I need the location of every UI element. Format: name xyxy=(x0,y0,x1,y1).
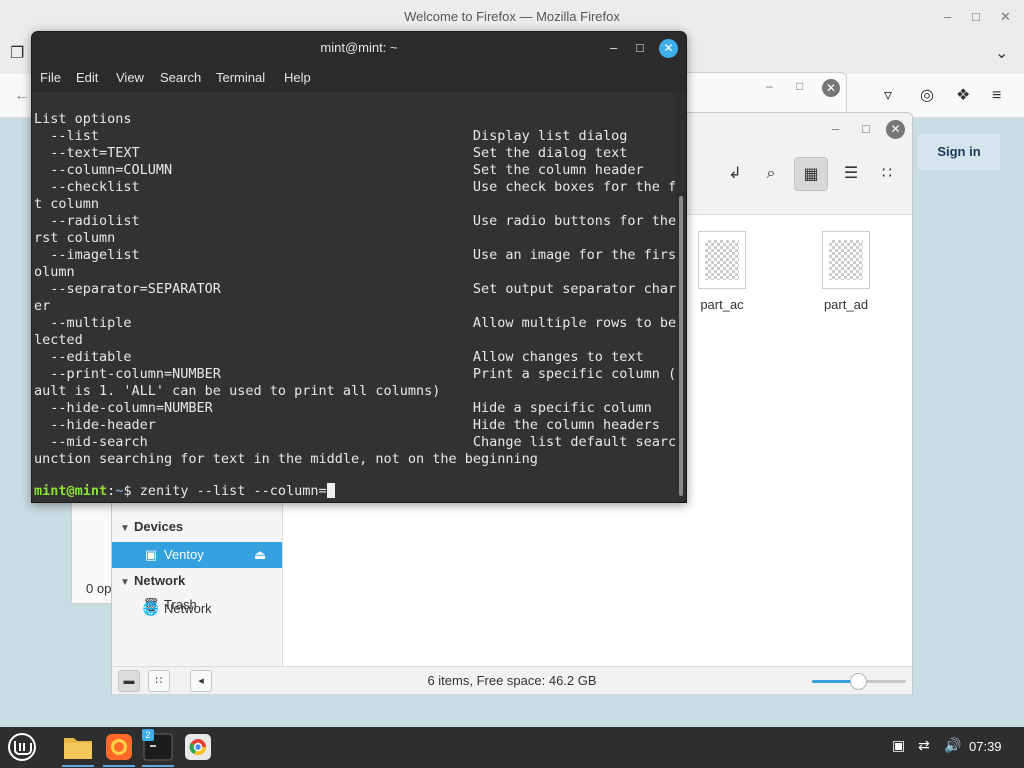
menu-view[interactable]: View xyxy=(116,70,144,85)
close-icon[interactable]: ✕ xyxy=(822,79,840,97)
terminal-output-text: List options --list Display list dialog … xyxy=(34,111,676,467)
menu-edit[interactable]: Edit xyxy=(76,70,98,85)
back-arrow-icon[interactable]: ← xyxy=(14,86,30,106)
account-icon[interactable]: ◎ xyxy=(920,86,934,106)
file-name: part_ac xyxy=(700,297,744,312)
scrollbar-thumb[interactable] xyxy=(679,196,683,496)
globe-icon: 🌐 xyxy=(142,601,160,616)
terminal-titlebar: mint@mint: ~ – □ ✕ xyxy=(32,32,686,64)
minimize-icon[interactable]: – xyxy=(944,0,951,34)
menu-terminal[interactable]: Terminal xyxy=(216,70,265,85)
sidebar-section-devices[interactable]: ▼ Devices xyxy=(120,519,183,534)
compact-view-icon[interactable]: ∷ xyxy=(870,157,904,191)
terminal-output[interactable]: List options --list Display list dialog … xyxy=(32,92,676,502)
status-text: 0 op xyxy=(86,581,112,596)
menu-file[interactable]: File xyxy=(40,70,61,85)
taskbar-files-app[interactable] xyxy=(60,729,96,767)
minimize-icon[interactable]: – xyxy=(832,121,839,136)
maximize-icon[interactable]: □ xyxy=(972,0,980,34)
firefox-icon xyxy=(106,734,132,760)
chevron-down-icon: ▼ xyxy=(120,523,130,534)
list-view-icon[interactable]: ☰ xyxy=(834,157,868,191)
text-cursor xyxy=(326,483,335,498)
terminal-window: mint@mint: ~ – □ ✕ File Edit View Search… xyxy=(31,31,687,503)
search-icon[interactable]: ⌕ xyxy=(754,157,788,191)
minimize-icon[interactable]: – xyxy=(766,79,773,93)
command-input[interactable]: zenity --list --column= xyxy=(140,483,327,499)
menu-search[interactable]: Search xyxy=(160,70,201,85)
file-item[interactable]: part_ac xyxy=(682,231,762,312)
drive-icon: ▣ xyxy=(144,547,158,562)
file-icon xyxy=(822,231,870,289)
maximize-icon[interactable]: □ xyxy=(862,121,870,136)
icon-view-icon[interactable]: ▦ xyxy=(794,157,828,191)
status-text: 6 items, Free space: 46.2 GB xyxy=(427,673,597,688)
chevron-down-icon[interactable]: ⌄ xyxy=(995,44,1008,64)
maximize-icon[interactable]: □ xyxy=(636,32,644,64)
taskbar-terminal-app[interactable]: 2 xyxy=(140,729,176,767)
taskbar-chrome-app[interactable] xyxy=(180,729,216,765)
network-icon[interactable]: ⇄ xyxy=(918,737,930,754)
file-icon xyxy=(698,231,746,289)
mint-menu-button[interactable] xyxy=(4,729,40,765)
maximize-icon[interactable]: □ xyxy=(796,79,803,93)
chevron-down-icon: ▼ xyxy=(120,577,130,588)
taskbar-firefox-app[interactable] xyxy=(101,729,137,767)
eject-icon[interactable]: ⏏ xyxy=(254,542,266,568)
sidebar-item-ventoy[interactable]: ▣ Ventoy ⏏ xyxy=(112,542,282,568)
file-name: part_ad xyxy=(823,297,869,312)
open-in-terminal-icon[interactable]: ↲ xyxy=(718,157,752,191)
minimize-icon[interactable]: – xyxy=(610,32,617,64)
sidebar-section-network[interactable]: ▼ Network xyxy=(120,573,185,588)
firefox-view-icon[interactable]: ❐ xyxy=(10,44,24,64)
close-icon[interactable]: ✕ xyxy=(659,39,678,58)
hamburger-menu-icon[interactable]: ≡ xyxy=(992,86,1001,106)
terminal-prompt-line[interactable]: mint@mint:~$ zenity --list --column= xyxy=(34,483,335,500)
terminal-title: mint@mint: ~ xyxy=(320,40,398,55)
firefox-titlebar: Welcome to Firefox — Mozilla Firefox – □… xyxy=(0,0,1024,34)
pocket-icon[interactable]: ▿ xyxy=(884,86,892,106)
browser-icon xyxy=(185,734,211,760)
window-count-badge: 2 xyxy=(142,729,154,741)
clock[interactable]: 07:39 xyxy=(969,739,1002,754)
extensions-icon[interactable]: ❖ xyxy=(956,86,970,106)
prompt-user: mint@mint xyxy=(34,483,108,499)
zoom-slider[interactable] xyxy=(812,673,906,690)
file-manager-statusbar: ▬ ∷ ◂ 6 items, Free space: 46.2 GB xyxy=(112,666,912,694)
taskbar: 2 ▣ ⇄ 🔊 07:39 xyxy=(0,727,1024,768)
prompt-symbol: $ xyxy=(123,483,140,499)
mint-logo-icon xyxy=(8,733,36,761)
close-icon[interactable]: ✕ xyxy=(1000,0,1011,34)
zoom-slider-handle[interactable] xyxy=(850,673,867,690)
folder-icon xyxy=(64,738,92,759)
sidebar-item-network[interactable]: 🌐 Network xyxy=(112,596,282,622)
firefox-title: Welcome to Firefox — Mozilla Firefox xyxy=(404,9,620,24)
clipboard-icon[interactable]: ▣ xyxy=(892,737,905,754)
terminal-menubar: File Edit View Search Terminal Help xyxy=(32,64,686,92)
menu-help[interactable]: Help xyxy=(284,70,311,85)
close-icon[interactable]: ✕ xyxy=(886,120,905,139)
signin-button[interactable]: Sign in xyxy=(918,134,1000,170)
volume-icon[interactable]: 🔊 xyxy=(944,737,961,754)
file-item[interactable]: part_ad xyxy=(806,231,886,312)
terminal-scrollbar[interactable] xyxy=(676,92,686,502)
